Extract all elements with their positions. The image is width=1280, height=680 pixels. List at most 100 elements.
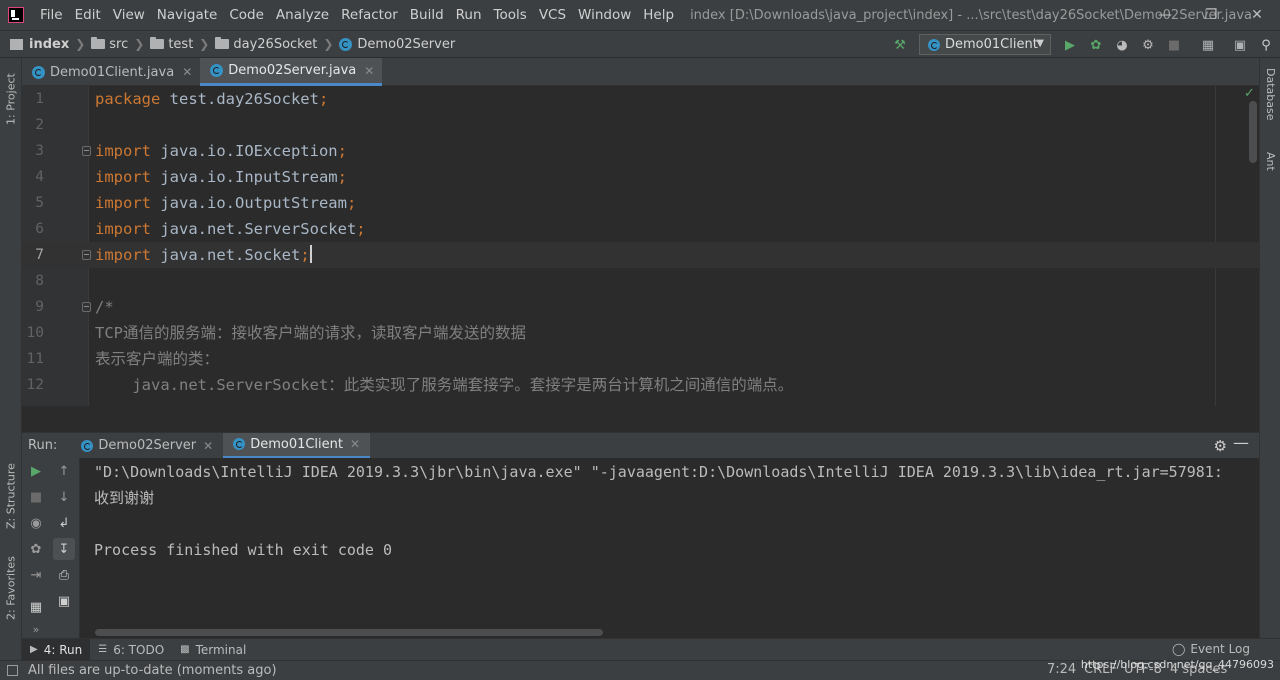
more-icon[interactable]: » (25, 618, 47, 640)
tool-terminal[interactable]: ▩ Terminal (172, 639, 254, 661)
code-line[interactable]: 6 import java.net.ServerSocket; (22, 216, 1259, 242)
menu-item-view[interactable]: View (107, 0, 151, 30)
print-icon[interactable]: ⎙ (53, 564, 75, 586)
console-horizontal-scrollbar[interactable] (95, 629, 603, 636)
run-panel-title: Run: (28, 438, 58, 453)
layout-icon[interactable]: ▦ (25, 596, 47, 618)
tool-event-log[interactable]: ◯ Event Log (1172, 642, 1250, 656)
code-line[interactable]: 1 package test.day26Socket; (22, 86, 1259, 112)
run-configuration-label: Demo01Client (945, 37, 1038, 52)
menu-item-run[interactable]: Run (450, 0, 488, 30)
breadcrumb-test[interactable]: test (148, 37, 195, 52)
console-output[interactable]: "D:\Downloads\IntelliJ IDEA 2019.3.3\jbr… (80, 458, 1259, 638)
status-message[interactable]: All files are up-to-date (moments ago) (28, 663, 277, 678)
close-icon[interactable]: ✕ (364, 64, 374, 78)
down-arrow-icon[interactable]: ↓ (53, 486, 75, 508)
toggle-window-icon[interactable]: ▣ (1230, 35, 1250, 55)
tool-window-label: 2: Favorites (4, 556, 18, 620)
status-square-icon[interactable] (7, 665, 18, 676)
code-line[interactable]: 4 import java.io.InputStream; (22, 164, 1259, 190)
up-arrow-icon[interactable]: ↑ (53, 460, 75, 482)
menu-item-vcs[interactable]: VCS (533, 0, 572, 30)
exit-icon[interactable]: ⇥ (25, 564, 47, 586)
search-icon[interactable]: ⚲ (1256, 35, 1276, 55)
run-icon[interactable]: ▶ (1060, 35, 1080, 55)
menu-item-build[interactable]: Build (404, 0, 450, 30)
coverage-icon[interactable]: ◕ (1112, 35, 1132, 55)
breadcrumb-root[interactable]: index (27, 37, 71, 52)
line-number: 12 (26, 377, 44, 393)
folder-icon (150, 37, 165, 49)
fold-marker-icon[interactable] (82, 146, 91, 156)
java-class-icon (81, 439, 94, 452)
close-icon[interactable]: ✕ (350, 437, 360, 451)
project-structure-icon[interactable]: ▦ (1198, 35, 1218, 55)
menu-item-help[interactable]: Help (637, 0, 680, 30)
run-tab-demo01client[interactable]: Demo01Client ✕ (223, 432, 371, 459)
tab-demo01client[interactable]: Demo01Client.java ✕ (22, 58, 200, 86)
editor-scrollbar[interactable] (1249, 101, 1257, 163)
camera-icon[interactable]: ◉ (25, 512, 47, 534)
fold-marker-icon[interactable] (82, 250, 91, 260)
breadcrumb-class[interactable]: Demo02Server (337, 37, 457, 52)
code-line[interactable]: 10 TCP通信的服务端：接收客户端的请求，读取客户端发送的数据 (22, 320, 1259, 346)
tool-window-project[interactable]: 1: Project (0, 64, 22, 134)
minimize-panel-icon[interactable]: — (1233, 433, 1249, 452)
run-tab-demo02server[interactable]: Demo02Server ✕ (71, 433, 223, 459)
code-token: ; (346, 194, 357, 212)
close-window-icon[interactable]: ✕ (1234, 0, 1280, 30)
menu-item-window[interactable]: Window (572, 0, 637, 30)
restore-window-icon[interactable]: ❐ (1188, 0, 1234, 30)
soft-wrap-icon[interactable]: ↲ (53, 512, 75, 534)
tool-window-database[interactable]: Database (1260, 68, 1280, 146)
menu-item-analyze[interactable]: Analyze (270, 0, 335, 30)
watermark-text: https://blog.csdn.net/qq_44796093 (1080, 658, 1274, 671)
line-number: 7 (35, 247, 44, 263)
menu-item-navigate[interactable]: Navigate (151, 0, 224, 30)
gear-icon[interactable]: ⚙ (1214, 437, 1227, 455)
tool-window-structure[interactable]: Z: Structure (0, 450, 22, 542)
code-line[interactable]: 9 /* (22, 294, 1259, 320)
code-line[interactable]: 2 (22, 112, 1259, 138)
tab-demo02server[interactable]: Demo02Server.java ✕ (200, 58, 383, 86)
code-editor[interactable]: 1 package test.day26Socket; 2 3 import java.… (22, 86, 1259, 406)
trash-icon[interactable]: ▣ (53, 590, 75, 612)
menu-item-code[interactable]: Code (223, 0, 270, 30)
code-line[interactable]: 11 表示客户端的类： (22, 346, 1259, 372)
stop-icon[interactable]: ■ (25, 486, 47, 508)
text-caret (309, 245, 312, 263)
breadcrumb-src[interactable]: src (89, 37, 130, 52)
scroll-to-end-icon[interactable]: ↧ (53, 538, 75, 560)
code-line[interactable]: 5 import java.io.OutputStream; (22, 190, 1259, 216)
code-token: ; (337, 142, 347, 160)
tool-window-ant[interactable]: Ant (1260, 152, 1280, 192)
menu-item-edit[interactable]: Edit (69, 0, 107, 30)
chevron-right-icon: ❯ (199, 37, 210, 51)
close-icon[interactable]: ✕ (182, 65, 192, 79)
tool-todo[interactable]: ☰ 6: TODO (90, 639, 172, 661)
caret-position[interactable]: 7:24 (1047, 662, 1076, 677)
code-line[interactable]: 12 java.net.ServerSocket：此类实现了服务端套接字。套接字… (22, 372, 1259, 398)
tool-window-favorites[interactable]: 2: Favorites (0, 548, 22, 628)
settings-icon[interactable]: ✿ (25, 538, 47, 560)
menu-item-refactor[interactable]: Refactor (335, 0, 404, 30)
code-line[interactable]: 3 import java.io.IOException; (22, 138, 1259, 164)
menu-item-tools[interactable]: Tools (488, 0, 533, 30)
java-class-icon (339, 37, 353, 51)
fold-marker-icon[interactable] (82, 302, 91, 312)
close-icon[interactable]: ✕ (203, 439, 213, 453)
profile-icon[interactable]: ⚙ (1138, 35, 1158, 55)
tool-run[interactable]: ▶ 4: Run (22, 638, 91, 661)
run-configuration-select[interactable]: Demo01Client ▼ (919, 34, 1051, 55)
rerun-icon[interactable]: ▶ (25, 460, 47, 482)
minimize-window-icon[interactable]: — (1142, 0, 1188, 30)
panel-splitter[interactable] (22, 406, 1259, 432)
menu-item-file[interactable]: File (34, 0, 69, 30)
breadcrumb-package[interactable]: day26Socket (213, 37, 319, 52)
tool-label: Terminal (195, 642, 247, 657)
code-line[interactable]: 7 import java.net.Socket; (22, 242, 1259, 268)
debug-icon[interactable]: ✿ (1086, 35, 1106, 55)
code-line[interactable]: 8 (22, 268, 1259, 294)
build-hammer-icon[interactable]: ⚒ (890, 35, 910, 55)
stop-icon[interactable]: ■ (1164, 35, 1184, 55)
